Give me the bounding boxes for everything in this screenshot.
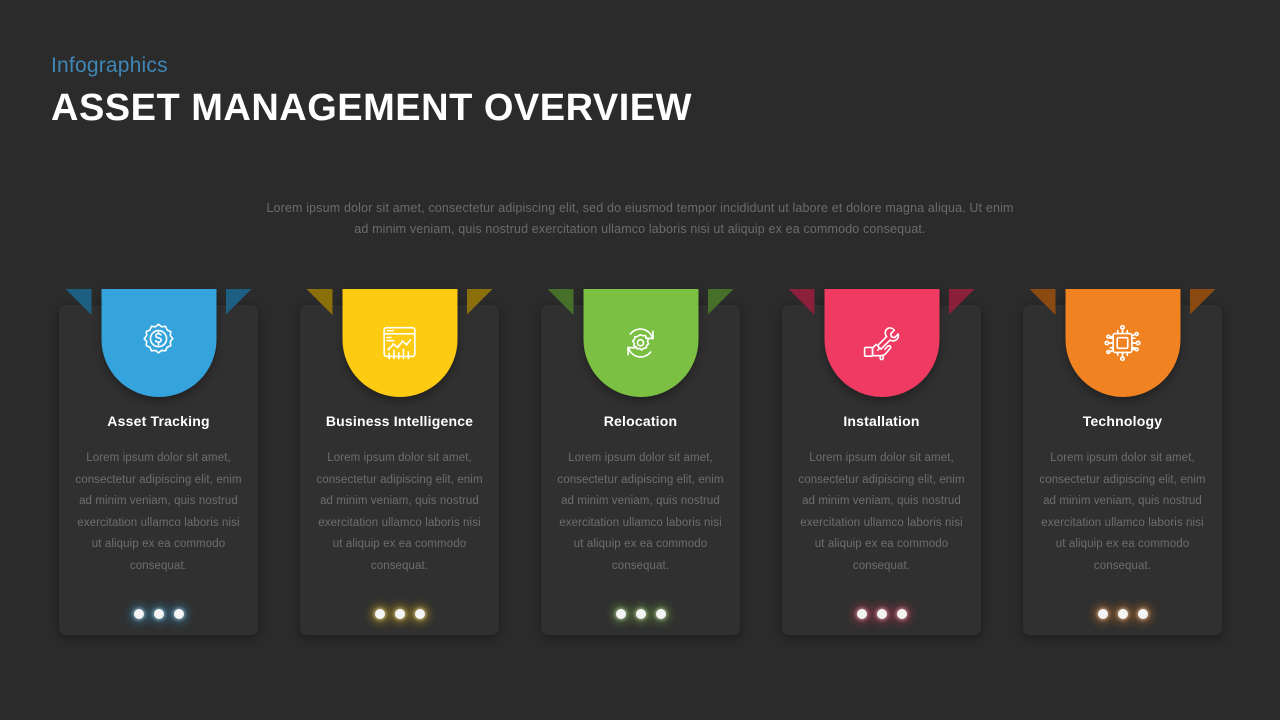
indicator-dot[interactable] xyxy=(655,609,666,619)
badge-shield[interactable] xyxy=(101,289,216,397)
feature-card[interactable]: Relocation Lorem ipsum dolor sit amet, co… xyxy=(541,289,740,635)
eyebrow-label: Infographics xyxy=(51,54,168,77)
card-indicator-dots[interactable] xyxy=(782,609,981,619)
ribbon-wing-left xyxy=(788,289,815,315)
ribbon-wing-right xyxy=(948,289,975,315)
card-body-text: Lorem ipsum dolor sit amet, consectetur … xyxy=(798,452,965,572)
feature-card[interactable]: Installation Lorem ipsum dolor sit amet, … xyxy=(782,289,981,635)
indicator-dot[interactable] xyxy=(394,609,405,619)
card-body-text: Lorem ipsum dolor sit amet, consectetur … xyxy=(557,452,724,572)
indicator-dot[interactable] xyxy=(173,609,184,619)
intro-line-2: ad minim veniam, quis nostrud exercitati… xyxy=(354,222,926,236)
feature-card[interactable]: Business Intelligence Lorem ipsum dolor s… xyxy=(300,289,499,635)
card-indicator-dots[interactable] xyxy=(541,609,740,619)
ribbon-badge xyxy=(547,289,734,401)
indicator-dot[interactable] xyxy=(1137,609,1148,619)
ribbon-wing-right xyxy=(466,289,493,315)
badge-shield[interactable] xyxy=(1065,289,1180,397)
ribbon-wing-left xyxy=(1029,289,1056,315)
card-title: Technology xyxy=(1082,413,1163,429)
intro-paragraph: Lorem ipsum dolor sit amet, consectetur … xyxy=(0,198,1280,240)
ribbon-wing-right xyxy=(1189,289,1216,315)
card-body-text: Lorem ipsum dolor sit amet, consectetur … xyxy=(75,452,242,572)
ribbon-wing-right xyxy=(225,289,252,315)
indicator-dot[interactable] xyxy=(896,609,907,619)
card-indicator-dots[interactable] xyxy=(300,609,499,619)
page-header: Infographics ASSET MANAGEMENT OVERVIEW xyxy=(51,54,692,131)
page-title: ASSET MANAGEMENT OVERVIEW xyxy=(51,87,692,130)
badge-shield[interactable] xyxy=(824,289,939,397)
indicator-dot[interactable] xyxy=(615,609,626,619)
indicator-dot[interactable] xyxy=(153,609,164,619)
badge-shield[interactable] xyxy=(342,289,457,397)
analytics-window-icon xyxy=(383,326,416,360)
ribbon-badge xyxy=(1029,289,1216,401)
hand-wrench-icon xyxy=(863,327,900,361)
indicator-dot[interactable] xyxy=(414,609,425,619)
gear-dollar-icon xyxy=(143,323,174,354)
refresh-gear-icon xyxy=(627,328,654,358)
card-body-text: Lorem ipsum dolor sit amet, consectetur … xyxy=(316,452,483,572)
badge-shield[interactable] xyxy=(583,289,698,397)
feature-card[interactable]: Asset Tracking Lorem ipsum dolor sit amet… xyxy=(59,289,258,635)
card-title: Installation xyxy=(843,413,920,429)
card-title: Asset Tracking xyxy=(107,413,210,429)
indicator-dot[interactable] xyxy=(876,609,887,619)
indicator-dot[interactable] xyxy=(374,609,385,619)
intro-line-1: Lorem ipsum dolor sit amet, consectetur … xyxy=(266,201,1014,215)
card-indicator-dots[interactable] xyxy=(59,609,258,619)
microchip-icon xyxy=(1104,324,1141,362)
indicator-dot[interactable] xyxy=(856,609,867,619)
indicator-dot[interactable] xyxy=(635,609,646,619)
card-title: Business Intelligence xyxy=(325,413,474,429)
indicator-dot[interactable] xyxy=(133,609,144,619)
card-indicator-dots[interactable] xyxy=(1023,609,1222,619)
card-body-text: Lorem ipsum dolor sit amet, consectetur … xyxy=(1039,452,1206,572)
cards-row: Asset Tracking Lorem ipsum dolor sit amet… xyxy=(59,289,1222,635)
ribbon-wing-right xyxy=(707,289,734,315)
ribbon-wing-left xyxy=(547,289,574,315)
card-title: Relocation xyxy=(603,413,678,429)
ribbon-badge xyxy=(65,289,252,401)
ribbon-wing-left xyxy=(306,289,333,315)
indicator-dot[interactable] xyxy=(1097,609,1108,619)
ribbon-badge xyxy=(788,289,975,401)
indicator-dot[interactable] xyxy=(1117,609,1128,619)
ribbon-wing-left xyxy=(65,289,92,315)
feature-card[interactable]: Technology Lorem ipsum dolor sit amet, co… xyxy=(1023,289,1222,635)
ribbon-badge xyxy=(306,289,493,401)
